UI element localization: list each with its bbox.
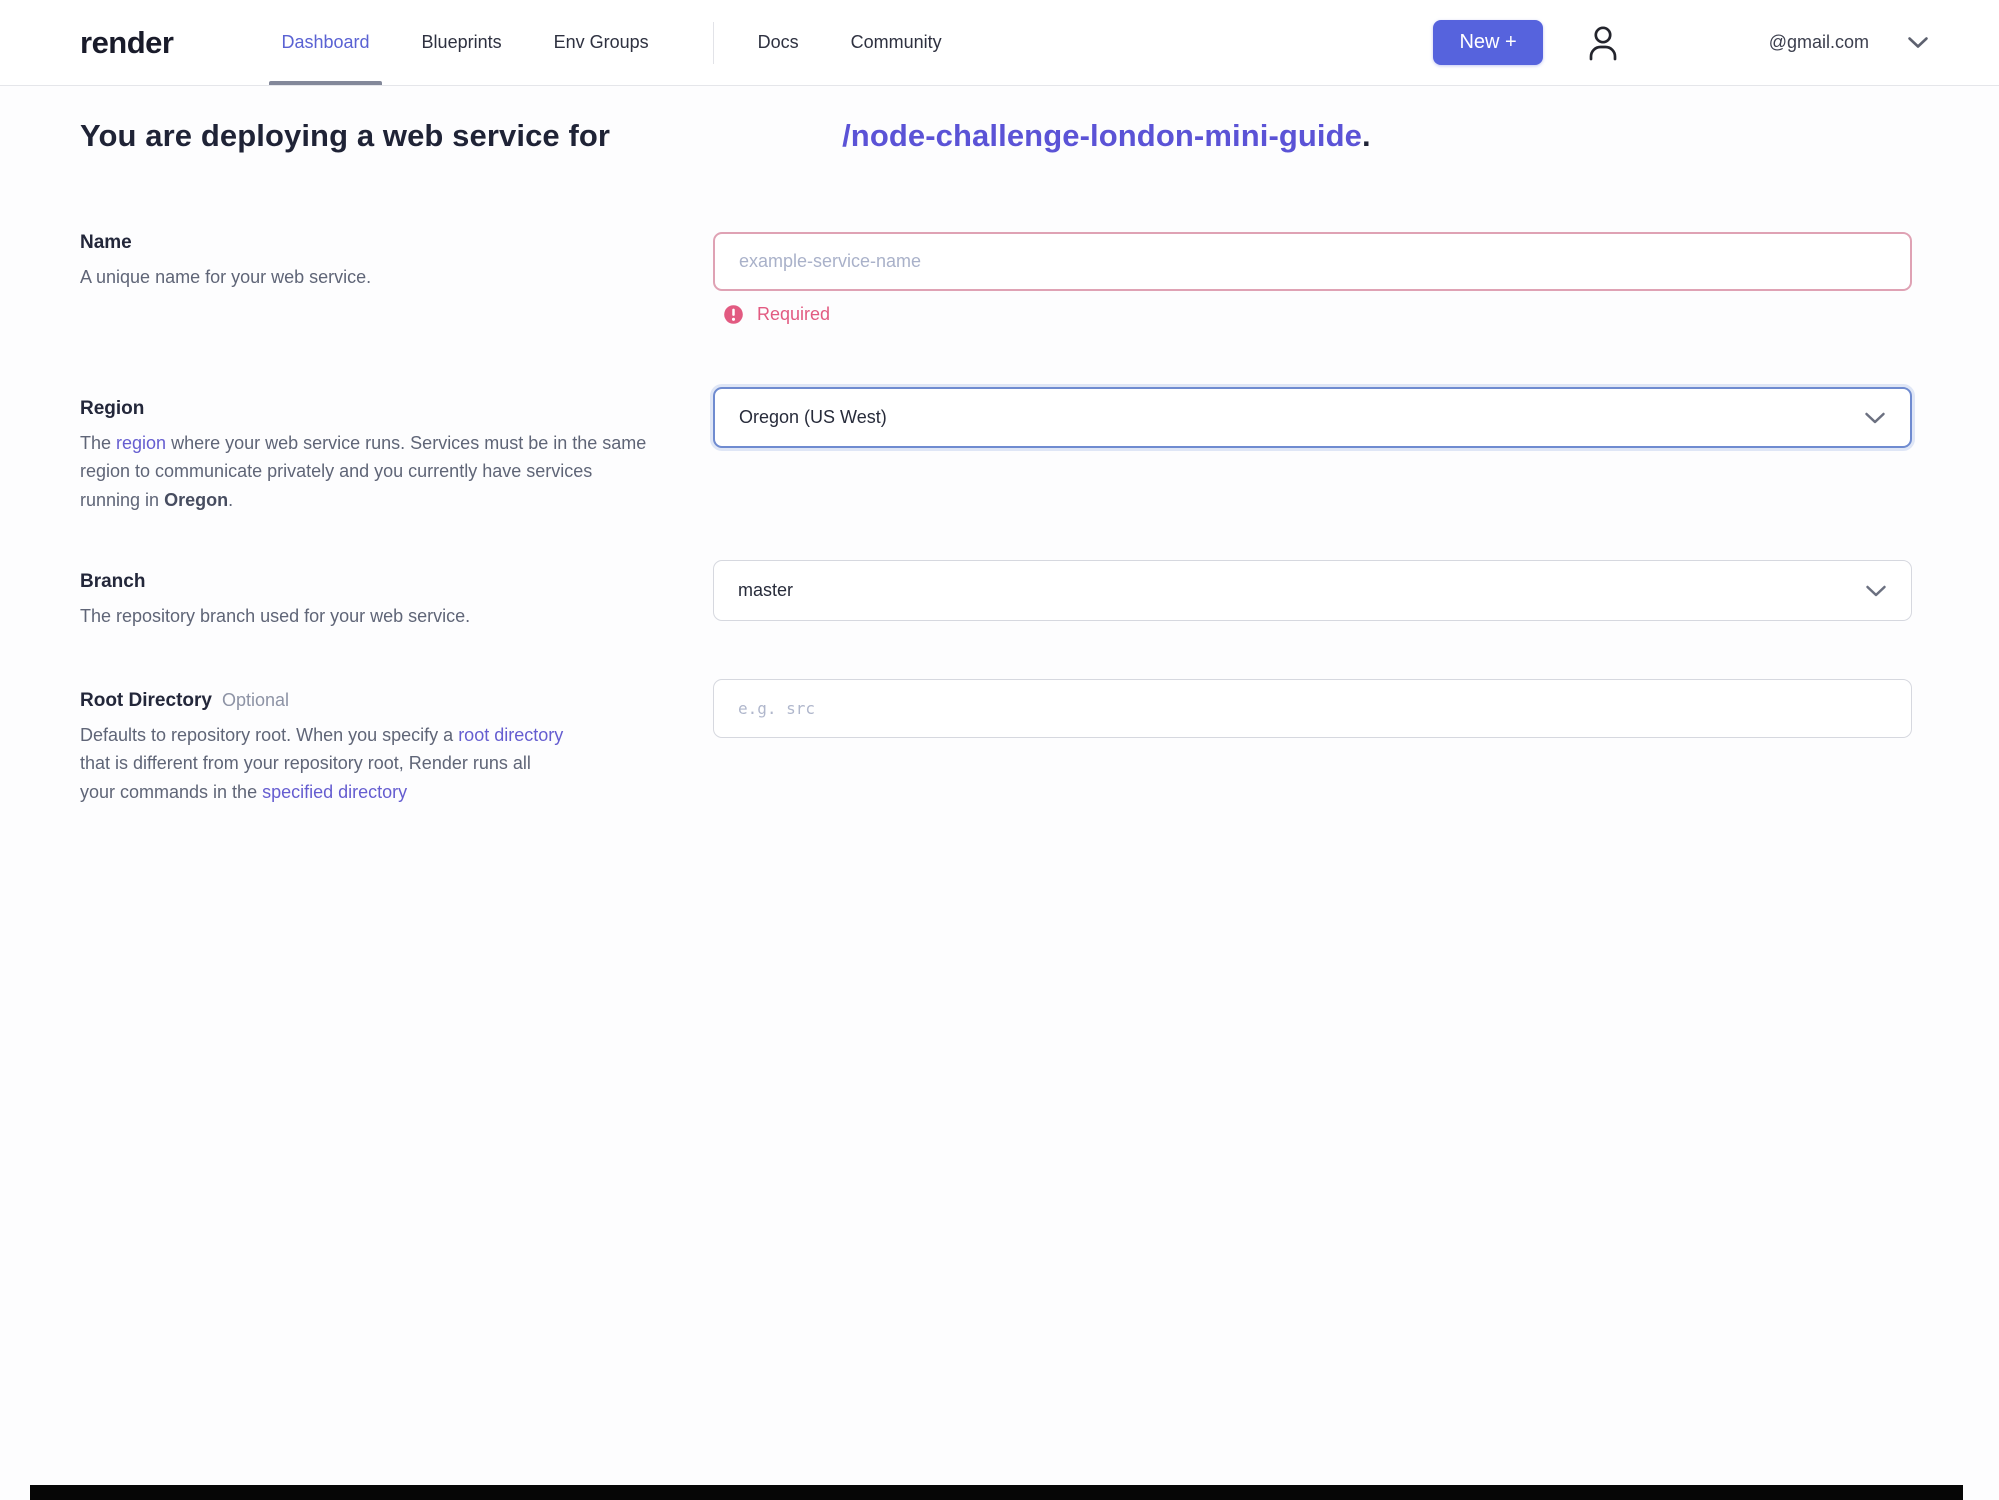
region-description: The region where your web service runs. …	[80, 429, 653, 514]
deploy-form-page: You are deploying a web service for/node…	[0, 118, 1999, 806]
region-chevron-down-icon	[1864, 411, 1886, 424]
region-select-value: Oregon (US West)	[739, 407, 887, 427]
account-menu[interactable]: @gmail.com	[1741, 32, 1929, 53]
root-directory-doc-link[interactable]: root directory	[458, 725, 563, 745]
name-error-message: Required	[757, 304, 831, 324]
title-prefix: You are deploying a web service for	[80, 118, 611, 153]
account-email: @gmail.com	[1768, 32, 1869, 52]
error-icon	[723, 304, 744, 325]
region-label: Region	[80, 398, 145, 419]
new-button[interactable]: New +	[1433, 20, 1543, 65]
root-directory-input[interactable]	[713, 678, 1912, 738]
nav-item-dashboard[interactable]: Dashboard	[269, 0, 382, 85]
redacted-username	[610, 140, 842, 146]
root-directory-label: Root Directory	[80, 689, 212, 711]
region-desc-oregon: Oregon	[164, 489, 229, 510]
bottom-bar	[30, 1485, 1963, 1500]
root-directory-info: Root Directory Optional Defaults to repos…	[80, 679, 713, 806]
branch-field-info: Branch The repository branch used for yo…	[80, 560, 713, 630]
name-field-info: Name A unique name for your web service.	[80, 232, 713, 291]
specified-directory-doc-link[interactable]: specified directory	[262, 782, 407, 802]
service-name-input[interactable]	[713, 232, 1912, 291]
branch-select-value: master	[738, 580, 794, 601]
root-desc-text: Defaults to repository root. When you sp…	[80, 724, 459, 745]
title-period: .	[1362, 118, 1371, 153]
name-field-row: Name A unique name for your web service.…	[80, 232, 1999, 325]
root-directory-label-row: Root Directory Optional	[80, 690, 653, 712]
top-navbar: render Dashboard Blueprints Env Groups D…	[0, 0, 1999, 86]
repo-link[interactable]: /node-challenge-london-mini-guide	[842, 118, 1362, 153]
root-directory-field-row: Root Directory Optional Defaults to repos…	[80, 678, 1999, 806]
header-right-group: New + @gmail.com	[1433, 20, 1929, 65]
nav-divider	[712, 21, 714, 64]
branch-select[interactable]: master	[713, 560, 1912, 622]
nav-item-docs[interactable]: Docs	[758, 0, 799, 85]
branch-field-row: Branch The repository branch used for yo…	[80, 560, 1999, 630]
page-title: You are deploying a web service for/node…	[80, 118, 1999, 154]
name-error-row: Required	[713, 304, 1912, 325]
root-directory-field-col	[713, 678, 1912, 738]
name-field-col: Required	[713, 232, 1912, 325]
branch-field-col: master	[713, 560, 1912, 622]
user-icon	[1585, 24, 1621, 62]
region-field-row: Region The region where your web service…	[80, 387, 1999, 514]
branch-description: The repository branch used for your web …	[80, 606, 471, 627]
region-desc-period: .	[228, 489, 234, 510]
redacted-email-prefix	[1741, 35, 1769, 51]
user-avatar-button[interactable]	[1585, 24, 1621, 62]
root-directory-description: Defaults to repository root. When you sp…	[80, 721, 566, 806]
region-field-col: Oregon (US West)	[713, 387, 1912, 448]
name-description: A unique name for your web service.	[80, 267, 372, 287]
region-doc-link[interactable]: region	[116, 433, 166, 453]
branch-label: Branch	[80, 571, 146, 593]
account-chevron-down-icon[interactable]	[1907, 36, 1929, 49]
branch-chevron-down-icon	[1865, 584, 1887, 597]
region-field-info: Region The region where your web service…	[80, 387, 713, 514]
nav-item-community[interactable]: Community	[851, 0, 942, 85]
nav-item-env-groups[interactable]: Env Groups	[554, 0, 649, 85]
nav-item-blueprints[interactable]: Blueprints	[422, 0, 502, 85]
name-label: Name	[80, 232, 132, 253]
region-select[interactable]: Oregon (US West)	[713, 387, 1912, 448]
root-directory-optional-tag: Optional	[221, 689, 290, 710]
primary-nav: Dashboard Blueprints Env Groups Docs Com…	[269, 0, 993, 85]
region-desc-text: The	[80, 433, 117, 453]
render-logo[interactable]: render	[80, 25, 174, 61]
